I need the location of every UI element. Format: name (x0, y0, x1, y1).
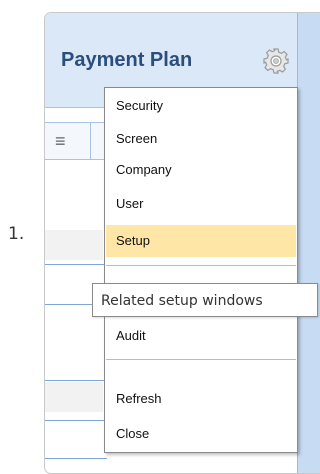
menu-separator (106, 265, 296, 266)
settings-dropdown-menu: Security Screen Company User Setup Audit… (104, 87, 298, 453)
hamburger-icon[interactable]: ≡ (55, 132, 66, 150)
gear-icon[interactable] (263, 48, 289, 74)
grid-row[interactable] (45, 230, 103, 260)
menu-separator (106, 359, 296, 360)
side-panel-strip (297, 13, 320, 473)
menu-item-security[interactable]: Security (106, 90, 296, 122)
grid-row[interactable] (45, 382, 103, 412)
grid-row-divider (45, 380, 107, 381)
grid-row-divider (45, 420, 107, 421)
menu-item-close[interactable]: Close (106, 418, 296, 450)
step-number: 1. (8, 224, 25, 244)
window-title: Payment Plan (61, 49, 193, 71)
menu-item-company[interactable]: Company (106, 154, 296, 186)
grid-header: ≡ (45, 122, 109, 160)
menu-item-setup[interactable]: Setup (106, 225, 296, 257)
tooltip: Related setup windows (92, 283, 318, 317)
menu-item-audit[interactable]: Audit (106, 320, 296, 352)
menu-item-refresh[interactable]: Refresh (106, 383, 296, 415)
menu-item-user[interactable]: User (106, 188, 296, 220)
grid-row-divider (45, 458, 107, 459)
menu-item-screen[interactable]: Screen (106, 123, 296, 155)
grid-row-divider (45, 264, 107, 265)
grid-column-divider (90, 123, 91, 159)
